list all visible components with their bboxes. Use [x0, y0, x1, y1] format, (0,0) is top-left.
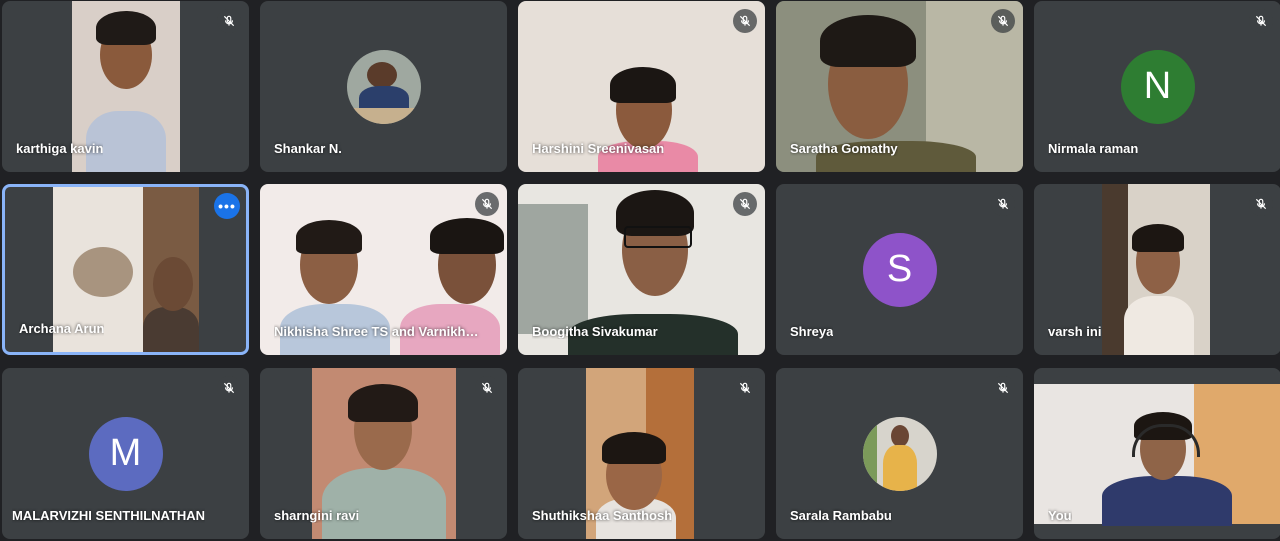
participant-name: varsh ini [1048, 324, 1102, 339]
mic-off-icon [217, 9, 241, 33]
mic-off-icon [733, 9, 757, 33]
participant-tile-shankar-n[interactable]: Shankar N. [260, 1, 507, 172]
mic-off-icon [991, 376, 1015, 400]
participant-video [1102, 184, 1210, 355]
participant-tile-nikhisha-shree[interactable]: Nikhisha Shree TS and Varnikha ... [260, 184, 507, 355]
participant-tile-nirmala-raman[interactable]: N Nirmala raman [1034, 1, 1280, 172]
participant-name: Sarala Rambabu [790, 508, 892, 523]
participant-name: Shuthikshaa Santhosh [532, 508, 673, 523]
participant-tile-you[interactable]: You [1034, 368, 1280, 539]
mic-off-icon [733, 376, 757, 400]
avatar: M [88, 416, 163, 491]
avatar: S [862, 232, 937, 307]
participant-name: Nirmala raman [1048, 141, 1139, 156]
participant-name: You [1048, 508, 1072, 523]
participant-tile-shreya[interactable]: S Shreya [776, 184, 1023, 355]
participant-name: sharngini ravi [274, 508, 360, 523]
participant-tile-varsh-ini[interactable]: varsh ini [1034, 184, 1280, 355]
participant-tile-boogitha-sivakumar[interactable]: Boogitha Sivakumar [518, 184, 765, 355]
more-options-icon[interactable]: ••• [214, 193, 240, 219]
avatar-initial: M [109, 432, 142, 474]
participant-name: Shreya [790, 324, 834, 339]
mic-off-icon [217, 376, 241, 400]
participant-video [1034, 384, 1280, 526]
participant-name: Saratha Gomathy [790, 141, 898, 156]
participant-name: Archana Arun [19, 321, 105, 336]
participant-tile-saratha-gomathy[interactable]: Saratha Gomathy [776, 1, 1023, 172]
avatar [346, 49, 421, 124]
avatar [862, 416, 937, 491]
avatar: N [1120, 49, 1195, 124]
mic-off-icon [991, 192, 1015, 216]
participant-grid: karthiga kavin Shankar N. Harshini Sreen… [0, 0, 1280, 541]
mic-off-icon [1249, 192, 1273, 216]
participant-name: Boogitha Sivakumar [532, 324, 658, 339]
participant-tile-karthiga-kavin[interactable]: karthiga kavin [2, 1, 249, 172]
participant-name: Shankar N. [274, 141, 342, 156]
mic-off-icon [733, 192, 757, 216]
avatar-initial: N [1143, 65, 1172, 107]
mic-off-icon [475, 376, 499, 400]
mic-off-icon [1249, 9, 1273, 33]
mic-off-icon [991, 9, 1015, 33]
participant-name: MALARVIZHI SENTHILNATHAN [12, 508, 206, 523]
participant-name: Harshini Sreenivasan [532, 141, 665, 156]
participant-tile-malarvizhi-senthilnathan[interactable]: M MALARVIZHI SENTHILNATHAN [2, 368, 249, 539]
participant-tile-shuthikshaa-santhosh[interactable]: Shuthikshaa Santhosh [518, 368, 765, 539]
participant-tile-archana-arun[interactable]: ••• Archana Arun [2, 184, 249, 355]
participant-tile-sharngini-ravi[interactable]: sharngini ravi [260, 368, 507, 539]
participant-tile-harshini-sreenivasan[interactable]: Harshini Sreenivasan [518, 1, 765, 172]
participant-name: Nikhisha Shree TS and Varnikha ... [274, 324, 484, 339]
participant-tile-sarala-rambabu[interactable]: Sarala Rambabu [776, 368, 1023, 539]
participant-name: karthiga kavin [16, 141, 104, 156]
avatar-initial: S [886, 248, 913, 290]
mic-off-icon [475, 192, 499, 216]
